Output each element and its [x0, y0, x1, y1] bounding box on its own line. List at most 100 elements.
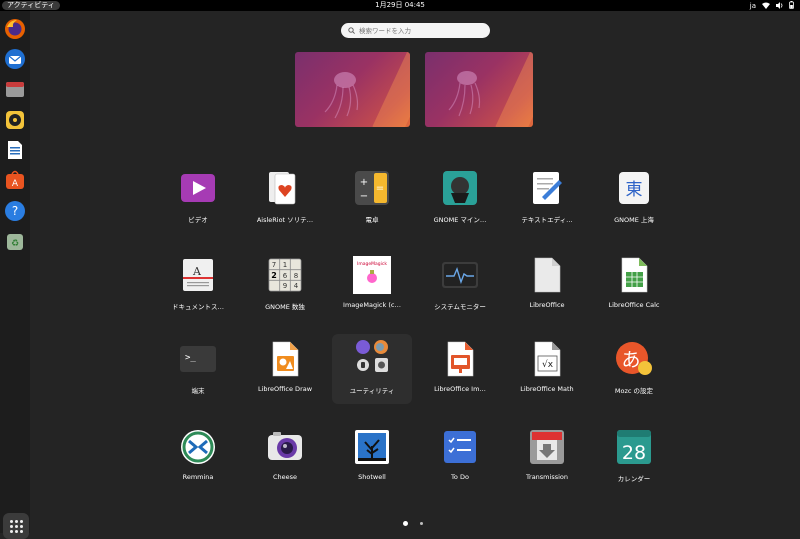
svg-text:1: 1 [283, 261, 287, 269]
grid-icon [9, 519, 23, 533]
top-bar: アクティビティ 1月29日 04:45 ja [0, 0, 800, 11]
page-dot-active[interactable] [403, 521, 408, 526]
app-label: Transmission [526, 473, 568, 481]
system-tray[interactable]: ja [750, 1, 794, 12]
app-label: GNOME 上海 [614, 216, 654, 224]
aisleriot-icon [266, 169, 304, 207]
libreoffice-math-icon: √x [528, 340, 566, 378]
help-icon[interactable]: ? [3, 199, 27, 223]
utilities-folder-icon [353, 337, 391, 375]
battery-icon [789, 1, 794, 12]
firefox-icon[interactable] [3, 17, 27, 41]
app-cheese[interactable]: Cheese [245, 425, 325, 491]
mahjongg-icon: 東 [615, 169, 653, 207]
app-label: Cheese [272, 473, 298, 481]
svg-text:あ: あ [621, 349, 640, 371]
mozc-icon: あ [615, 340, 653, 378]
app-calendar[interactable]: 28 カレンダー [594, 425, 674, 491]
app-label: LibreOffice Draw [257, 385, 313, 393]
app-calculator[interactable]: + − = 電卓 [332, 166, 412, 232]
app-videos[interactable]: ビデオ [158, 166, 238, 232]
app-label: 電卓 [365, 216, 379, 224]
app-libreoffice[interactable]: LibreOffice [507, 253, 587, 319]
app-transmission[interactable]: Transmission [507, 425, 587, 491]
app-remmina[interactable]: Remmina [158, 425, 238, 491]
app-libreoffice-impress[interactable]: LibreOffice Im… [420, 337, 500, 403]
trash-icon[interactable]: ♻ [3, 230, 27, 254]
svg-text:♻: ♻ [11, 239, 19, 249]
system-monitor-icon [441, 256, 479, 294]
software-icon[interactable]: A [3, 168, 27, 192]
app-label: LibreOffice Im… [434, 385, 486, 393]
libreoffice-draw-icon [266, 340, 304, 378]
search-field[interactable] [341, 23, 490, 38]
app-mahjongg[interactable]: 東 GNOME 上海 [594, 166, 674, 232]
svg-text:−: − [360, 191, 368, 202]
app-todo[interactable]: To Do [420, 425, 500, 491]
svg-text:7: 7 [272, 261, 276, 269]
clock[interactable]: 1月29日 04:45 [0, 1, 800, 10]
shotwell-icon [353, 428, 391, 466]
svg-text:>_: >_ [185, 353, 196, 363]
app-libreoffice-draw[interactable]: LibreOffice Draw [245, 337, 325, 403]
sudoku-icon: 71 268 94 [266, 256, 304, 294]
app-document-scanner[interactable]: A ドキュメントス… [158, 253, 238, 319]
search-input[interactable] [359, 25, 479, 36]
workspace-thumbnail-2[interactable] [425, 52, 533, 127]
videos-icon [179, 169, 217, 207]
app-text-editor[interactable]: テキストエディ… [507, 166, 587, 232]
thunderbird-icon[interactable] [3, 47, 27, 71]
app-label: GNOME マイン… [433, 216, 487, 224]
libreoffice-impress-icon [441, 340, 479, 378]
app-libreoffice-math[interactable]: √x LibreOffice Math [507, 337, 587, 403]
app-label: ImageMagick (c… [343, 301, 401, 309]
app-label: カレンダー [617, 475, 651, 483]
app-system-monitor[interactable]: システムモニター [420, 253, 500, 319]
workspace-thumbnail-1[interactable] [295, 52, 410, 127]
calendar-icon: 28 [615, 428, 653, 466]
files-icon[interactable] [3, 77, 27, 101]
app-mines[interactable]: GNOME マイン… [420, 166, 500, 232]
app-aisleriot[interactable]: AisleRiot ソリテ… [245, 166, 325, 232]
volume-icon [776, 1, 783, 12]
app-label: ユーティリティ [349, 387, 395, 395]
input-language[interactable]: ja [750, 2, 756, 11]
svg-text:6: 6 [283, 272, 288, 280]
app-sudoku[interactable]: 71 268 9 4 GNOME 数独 [245, 253, 325, 319]
svg-text:2: 2 [271, 271, 277, 280]
text-editor-icon [528, 169, 566, 207]
rhythmbox-icon[interactable] [3, 108, 27, 132]
svg-text:東: 東 [626, 180, 643, 200]
svg-text:8: 8 [294, 272, 298, 280]
app-shotwell[interactable]: Shotwell [332, 425, 412, 491]
svg-text:A: A [12, 179, 19, 189]
page-dot[interactable] [420, 522, 423, 525]
app-label: Remmina [182, 473, 214, 481]
app-libreoffice-calc[interactable]: LibreOffice Calc [594, 253, 674, 319]
app-mozc[interactable]: あ Mozc の設定 [594, 337, 674, 403]
show-applications-button[interactable] [3, 513, 29, 539]
svg-text:9: 9 [283, 282, 287, 290]
svg-text:√x: √x [542, 359, 554, 370]
dock: A ? ♻ [0, 11, 30, 539]
app-terminal[interactable]: >_ 端末 [158, 337, 238, 403]
svg-text:4: 4 [294, 282, 299, 290]
app-label: LibreOffice Calc [608, 301, 660, 309]
jellyfish-wallpaper [324, 72, 359, 119]
terminal-icon: >_ [179, 340, 217, 378]
app-label: テキストエディ… [521, 216, 573, 224]
libreoffice-icon [528, 256, 566, 294]
page-indicator [403, 521, 423, 526]
app-imagemagick[interactable]: ImageMagick ImageMagick (c… [332, 253, 412, 319]
app-utilities-folder[interactable]: ユーティリティ [332, 334, 412, 404]
calculator-icon: + − = [353, 169, 391, 207]
svg-text:+: + [360, 177, 368, 188]
app-label: Mozc の設定 [614, 387, 654, 395]
libreoffice-calc-icon [615, 256, 653, 294]
writer-icon[interactable] [3, 138, 27, 162]
app-label: ビデオ [188, 216, 208, 224]
jellyfish-wallpaper [448, 71, 481, 117]
app-label: Shotwell [358, 473, 386, 481]
app-label: ドキュメントス… [172, 303, 224, 311]
remmina-icon [179, 428, 217, 466]
